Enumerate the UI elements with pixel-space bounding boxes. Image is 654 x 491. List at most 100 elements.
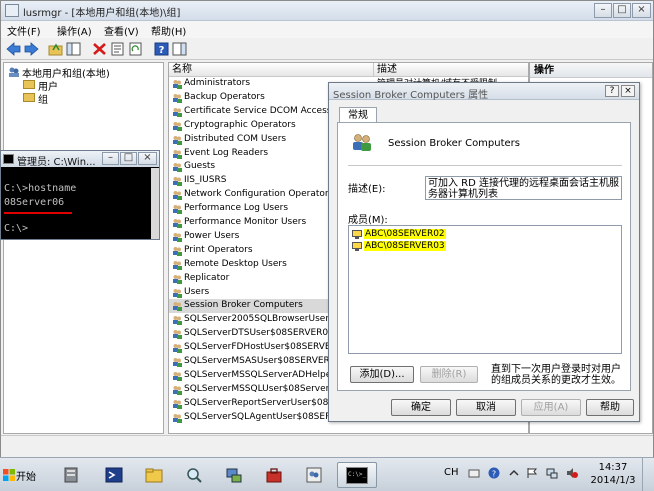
cancel-button[interactable]: 取消 (456, 399, 516, 416)
dialog-help-button[interactable]: ? (605, 85, 619, 97)
search-taskbar-button[interactable] (177, 462, 211, 488)
users-groups-icon (9, 67, 19, 77)
console-tree: 本地用户和组(本地) 用户 组 (3, 62, 164, 434)
group-icon (173, 399, 182, 409)
members-list[interactable]: ABC\08SERVER02 ABC\08SERVER03 (348, 225, 622, 354)
refresh-icon[interactable] (127, 41, 144, 57)
menu-help[interactable]: 帮助(H) (151, 23, 186, 38)
toolbar: ? (1, 38, 653, 60)
cmd-window[interactable]: 管理员: C:\Win... – □ × C:\>hostname 08Serv… (0, 150, 160, 240)
dialog-close-button[interactable]: × (621, 85, 635, 97)
clock[interactable]: 14:37 2014/1/3 (589, 461, 637, 487)
show-hide-tree-icon[interactable] (65, 41, 82, 57)
cmd-line: C:\> (4, 223, 29, 234)
tab-general[interactable]: 常规 (339, 107, 377, 123)
list-item-label: Remote Desktop Users (184, 258, 287, 269)
group-icon (173, 232, 182, 242)
group-icon (173, 385, 182, 395)
forward-arrow-icon[interactable] (23, 41, 40, 57)
tray-expand-icon[interactable] (508, 467, 520, 479)
window-title: lusrmgr - [本地用户和组(本地)\组] (23, 8, 181, 19)
group-name: Session Broker Computers (388, 138, 521, 149)
separator (348, 165, 622, 166)
group-icon (173, 191, 182, 201)
cmd-title: 管理员: C:\Win... (17, 157, 96, 168)
network-tray-icon[interactable] (546, 467, 558, 479)
description-label: 描述(E): (348, 184, 386, 195)
app-icon (5, 4, 19, 17)
tree-item-groups[interactable]: 组 (38, 91, 48, 106)
clock-date: 2014/1/3 (590, 475, 636, 486)
back-arrow-icon[interactable] (5, 41, 22, 57)
member-item[interactable]: ABC\08SERVER03 (352, 241, 472, 252)
group-icon (173, 107, 182, 117)
network-taskbar-button[interactable] (217, 462, 251, 488)
maximize-button[interactable]: □ (613, 3, 631, 18)
minimize-button[interactable]: – (594, 3, 612, 18)
menu-view[interactable]: 查看(V) (104, 23, 139, 38)
cmd-minimize-button[interactable]: – (102, 152, 119, 165)
list-item-label: SQLServerDTSUser$08SERVER06 (184, 328, 334, 339)
start-button[interactable]: 开始 (0, 461, 40, 488)
list-item-label: Network Configuration Operators (184, 189, 334, 200)
group-icon (173, 163, 182, 173)
flag-icon[interactable] (526, 467, 538, 479)
apply-button[interactable]: 应用(A) (521, 399, 581, 416)
cmd-scrollbar[interactable] (151, 168, 159, 239)
volume-muted-icon[interactable] (566, 467, 578, 479)
powershell-taskbar-button[interactable] (97, 462, 131, 488)
list-item-label: IIS_IUSRS (184, 175, 227, 186)
list-item-label: Users (184, 286, 210, 297)
list-item-label: Replicator (184, 272, 230, 283)
toolbox-taskbar-button[interactable] (257, 462, 291, 488)
cmd-taskbar-button[interactable]: C:\>_ (337, 462, 377, 488)
keyboard-icon[interactable] (468, 467, 480, 479)
close-button[interactable]: × (632, 3, 651, 18)
group-icon (173, 246, 182, 256)
column-header-name[interactable]: 名称 (169, 63, 374, 77)
add-button[interactable]: 添加(D)... (350, 366, 414, 383)
column-header-description[interactable]: 描述 (374, 63, 528, 77)
network-icon (226, 468, 242, 483)
remove-button[interactable]: 删除(R) (420, 366, 478, 383)
list-item-label: Administrators (184, 78, 251, 88)
group-icon (173, 274, 182, 284)
ok-button[interactable]: 确定 (391, 399, 451, 416)
cmd-maximize-button[interactable]: □ (120, 152, 137, 165)
help-button[interactable]: 帮助 (586, 399, 634, 416)
list-item-label: Guests (184, 161, 216, 172)
svg-text:?: ? (492, 470, 496, 479)
computer-icon (352, 230, 362, 239)
help-icon[interactable]: ? (153, 41, 170, 57)
menu-action[interactable]: 操作(A) (57, 23, 92, 38)
language-indicator[interactable]: CH (444, 467, 459, 478)
server-manager-taskbar-button[interactable] (54, 462, 88, 488)
help-tray-icon[interactable]: ? (488, 467, 500, 479)
list-item-label: Certificate Service DCOM Access (184, 105, 332, 116)
member-item[interactable]: ABC\08SERVER02 (352, 229, 472, 240)
description-field[interactable]: 可加入 RD 连接代理的远程桌面会话主机服务器计算机列表 (425, 176, 622, 200)
group-icon (173, 371, 182, 381)
users-console-taskbar-button[interactable] (297, 462, 331, 488)
group-icon (173, 330, 182, 340)
dialog-titlebar[interactable]: Session Broker Computers 属性 ? × (329, 83, 639, 101)
delete-icon[interactable] (91, 41, 108, 57)
properties-icon[interactable] (109, 41, 126, 57)
show-desktop-button[interactable] (642, 458, 654, 491)
list-item-label: SQLServerFDHostUser$08SERVER06 (184, 342, 349, 353)
cmd-close-button[interactable]: × (138, 152, 157, 165)
status-bar (1, 435, 653, 457)
show-action-pane-icon[interactable] (171, 41, 188, 57)
group-icon (173, 344, 182, 354)
window-titlebar[interactable]: lusrmgr - [本地用户和组(本地)\组] – □ × (1, 1, 653, 21)
group-icon (173, 260, 182, 270)
member-name: ABC\08SERVER02 (364, 229, 446, 239)
list-item-label: Performance Monitor Users (184, 217, 307, 227)
explorer-taskbar-button[interactable] (137, 462, 171, 488)
menu-file[interactable]: 文件(F) (7, 23, 41, 38)
tree-root-local-users-groups[interactable]: 本地用户和组(本地) (22, 65, 110, 80)
cmd-titlebar[interactable]: 管理员: C:\Win... – □ × (1, 151, 159, 168)
up-folder-icon[interactable] (47, 41, 64, 57)
group-icon (173, 205, 182, 215)
list-item-label: Print Operators (184, 244, 253, 255)
